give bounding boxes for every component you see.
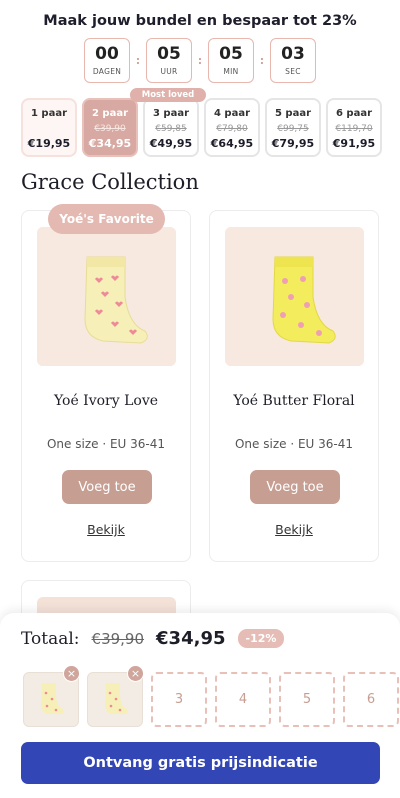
tier-old-price: €119,70 xyxy=(335,124,373,134)
total-old-price: €39,90 xyxy=(91,629,145,648)
view-product-link[interactable]: Bekijk xyxy=(22,522,190,537)
countdown-separator: : xyxy=(259,54,265,67)
most-loved-badge: Most loved xyxy=(130,88,206,102)
tier-old-price: €99,75 xyxy=(277,124,309,134)
tier-5-paar[interactable]: 5 paar €99,75 €79,95 xyxy=(265,98,321,157)
view-product-link[interactable]: Bekijk xyxy=(210,522,378,537)
bundle-total: Totaal: €39,90 €34,95 -12% xyxy=(21,628,285,649)
tier-old-price: €79,80 xyxy=(216,124,248,134)
countdown-days-label: DAGEN xyxy=(92,67,122,77)
countdown-minutes: 05 MIN xyxy=(208,38,254,83)
countdown-seconds: 03 SEC xyxy=(270,38,316,83)
favorite-badge: Yoé's Favorite xyxy=(48,204,165,234)
bundle-tier-selector: 1 paar €19,95 2 paar €39,90 €34,95 3 paa… xyxy=(21,88,382,158)
tier-3-paar[interactable]: 3 paar €59,85 €49,95 xyxy=(143,98,199,157)
countdown-minutes-value: 05 xyxy=(219,43,243,64)
discount-badge: -12% xyxy=(237,629,285,648)
tier-price: €79,95 xyxy=(271,137,315,150)
countdown-hours: 05 UUR xyxy=(146,38,192,83)
countdown-hours-label: UUR xyxy=(160,67,178,77)
tier-6-paar[interactable]: 6 paar €119,70 €91,95 xyxy=(326,98,382,157)
tier-price: €49,95 xyxy=(149,137,193,150)
product-card: Yoé Butter Floral One size · EU 36-41 Vo… xyxy=(209,210,379,562)
product-size: One size · EU 36-41 xyxy=(46,437,165,451)
product-size: One size · EU 36-41 xyxy=(234,437,353,451)
remove-item-icon[interactable]: × xyxy=(63,665,80,682)
countdown-hours-value: 05 xyxy=(157,43,181,64)
countdown-separator: : xyxy=(135,54,141,67)
tier-name: 1 paar xyxy=(30,108,68,119)
bundle-slot-empty[interactable]: 5 xyxy=(279,672,335,727)
tier-price: €91,95 xyxy=(332,137,376,150)
tier-name: 5 paar xyxy=(274,108,312,119)
sock-illustration-butter xyxy=(225,227,364,366)
tier-name: 3 paar xyxy=(152,108,190,119)
tier-old-price: €39,90 xyxy=(94,124,126,134)
product-name[interactable]: Yoé Butter Floral xyxy=(210,393,378,409)
total-label: Totaal: xyxy=(21,628,80,649)
sock-thumbnail-icon xyxy=(105,683,128,714)
promo-title: Maak jouw bundel en bespaar tot 23% xyxy=(43,13,357,29)
add-to-bundle-button[interactable]: Voeg toe xyxy=(250,470,340,504)
product-name[interactable]: Yoé Ivory Love xyxy=(22,393,190,409)
tier-1-paar[interactable]: 1 paar €19,95 xyxy=(21,98,77,157)
tier-name: 6 paar xyxy=(335,108,373,119)
tier-4-paar[interactable]: 4 paar €79,80 €64,95 xyxy=(204,98,260,157)
sock-thumbnail-icon xyxy=(41,683,64,714)
product-image[interactable] xyxy=(37,227,176,366)
get-price-indication-button[interactable]: Ontvang gratis prijsindicatie xyxy=(21,742,380,784)
add-to-bundle-button[interactable]: Voeg toe xyxy=(62,470,152,504)
tier-price: €34,95 xyxy=(88,137,132,150)
countdown-days-value: 00 xyxy=(95,43,119,64)
countdown-days: 00 DAGEN xyxy=(84,38,130,83)
tier-price: €64,95 xyxy=(210,137,254,150)
bundle-slot-empty[interactable]: 3 xyxy=(151,672,207,727)
tier-2-paar[interactable]: 2 paar €39,90 €34,95 xyxy=(82,98,138,157)
bundle-slots: 3 4 5 6 xyxy=(21,672,400,728)
sock-illustration-ivory xyxy=(37,227,176,366)
bundle-slot-empty[interactable]: 6 xyxy=(343,672,399,727)
countdown-seconds-label: SEC xyxy=(285,67,301,77)
countdown-seconds-value: 03 xyxy=(281,43,305,64)
tier-name: 2 paar xyxy=(91,108,129,119)
product-image[interactable] xyxy=(225,227,364,366)
countdown-minutes-label: MIN xyxy=(223,67,239,77)
bundle-slot-empty[interactable]: 4 xyxy=(215,672,271,727)
countdown-timer: 00 DAGEN : 05 UUR : 05 MIN : 03 SEC xyxy=(0,38,400,83)
product-card: Yoé Ivory Love One size · EU 36-41 Voeg … xyxy=(21,210,191,562)
countdown-separator: : xyxy=(197,54,203,67)
tier-name: 4 paar xyxy=(213,108,251,119)
tier-price: €19,95 xyxy=(27,137,71,150)
collection-title: Grace Collection xyxy=(21,170,199,194)
total-new-price: €34,95 xyxy=(156,628,226,649)
tier-old-price: €59,85 xyxy=(155,124,187,134)
remove-item-icon[interactable]: × xyxy=(127,665,144,682)
